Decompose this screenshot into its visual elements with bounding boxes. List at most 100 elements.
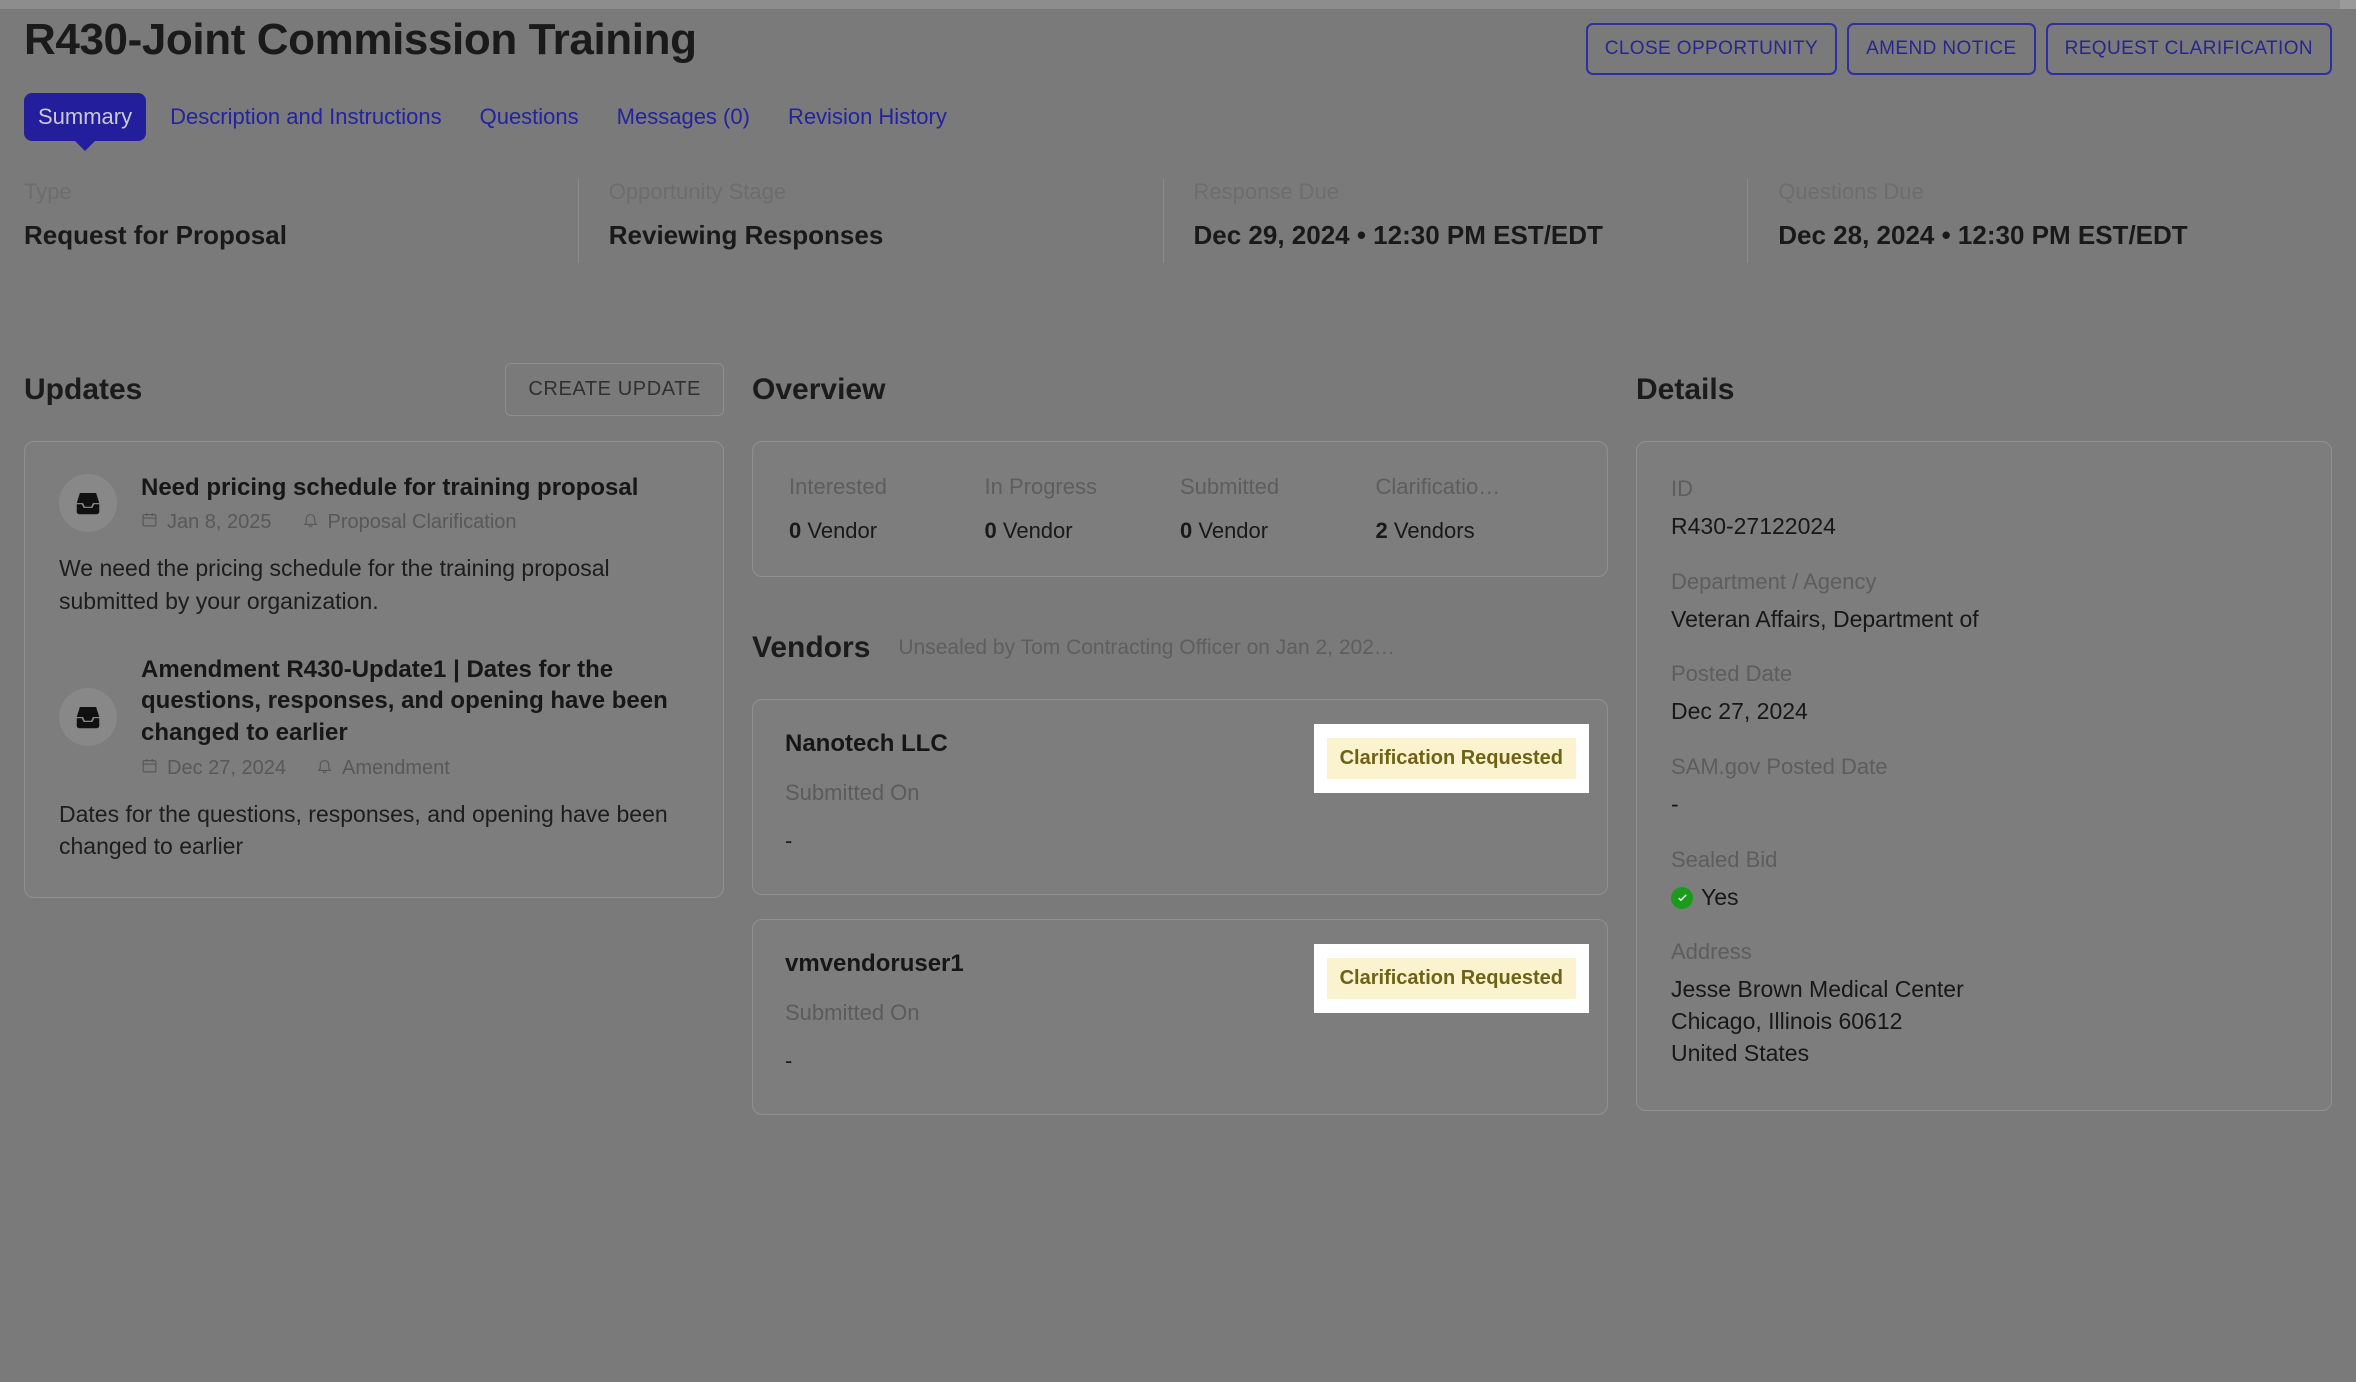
tab-questions[interactable]: Questions: [466, 93, 593, 141]
update-item-category: Amendment: [341, 756, 450, 779]
detail-department-label: Department / Agency: [1671, 568, 1877, 594]
update-item-title: Need pricing schedule for training propo…: [141, 473, 639, 501]
page-body: Updates CREATE UPDATE Need pricing sched…: [24, 361, 2332, 1115]
opportunity-summary-page: R430-Joint Commission Training CLOSE OPP…: [0, 9, 2356, 1382]
tab-revision-history[interactable]: Revision History: [774, 93, 961, 141]
create-update-button[interactable]: CREATE UPDATE: [505, 363, 724, 417]
bell-icon: [302, 511, 319, 534]
stat-in-progress-unit: Vendor: [1002, 517, 1073, 543]
update-item-body: Dates for the questions, responses, and …: [59, 800, 668, 860]
update-item-top: Amendment R430-Update1 | Dates for the q…: [59, 654, 689, 780]
updates-header: Updates CREATE UPDATE: [24, 361, 724, 419]
update-item-meta: Dec 27, 2024 Amendment: [141, 757, 689, 780]
update-item-headings: Need pricing schedule for training propo…: [141, 472, 689, 535]
overview-vendors-column: Overview Interested 0 Vendor In Progress: [752, 361, 1608, 1115]
stat-submitted-value: 0 Vendor: [1180, 518, 1376, 544]
update-item-body: We need the pricing schedule for the tra…: [59, 555, 610, 615]
stat-clarification-unit: Vendors: [1393, 517, 1475, 543]
detail-id-value: R430-27122024: [1671, 512, 1836, 539]
meta-opportunity-stage-value: Reviewing Responses: [608, 220, 884, 250]
vendor-row[interactable]: Nanotech LLC Submitted On - Clarificatio…: [752, 698, 1608, 895]
overview-stats: Interested 0 Vendor In Progress 0 Vendor: [789, 474, 1571, 544]
stat-submitted: Submitted 0 Vendor: [1180, 474, 1376, 544]
detail-address-value: Jesse Brown Medical Center Chicago, Illi…: [1671, 976, 1964, 1066]
meta-questions-due-label: Questions Due: [1778, 179, 1924, 204]
meta-response-due-label: Response Due: [1193, 179, 1340, 204]
stat-in-progress: In Progress 0 Vendor: [985, 474, 1181, 544]
meta-type-value: Request for Proposal: [24, 220, 287, 250]
detail-sam-posted-date-label: SAM.gov Posted Date: [1671, 754, 1888, 779]
tab-summary[interactable]: Summary: [24, 93, 147, 141]
stat-in-progress-count: 0: [984, 517, 997, 543]
meta-response-due-value: Dec 29, 2024 • 12:30 PM EST/EDT: [1193, 220, 1603, 250]
vendor-submitted-on-value: -: [785, 827, 793, 853]
updates-column: Updates CREATE UPDATE Need pricing sched…: [24, 361, 724, 1115]
details-header: Details: [1636, 361, 2332, 419]
request-clarification-button[interactable]: REQUEST CLARIFICATION: [2045, 23, 2332, 75]
inbox-icon: [59, 474, 117, 533]
header-action-buttons: CLOSE OPPORTUNITY AMEND NOTICE REQUEST C…: [1585, 15, 2332, 75]
stat-interested-label: Interested: [789, 473, 887, 499]
update-item-title: Amendment R430-Update1 | Dates for the q…: [141, 655, 668, 747]
tab-bar: Summary Description and Instructions Que…: [24, 93, 2332, 157]
updates-card: Need pricing schedule for training propo…: [24, 440, 724, 899]
stat-interested: Interested 0 Vendor: [789, 474, 985, 544]
vendor-status-holder: Clarification Requested: [1313, 943, 1589, 1013]
detail-sealed-bid-label: Sealed Bid: [1671, 846, 1778, 872]
detail-department-value: Veteran Affairs, Department of: [1671, 605, 1979, 632]
stat-clarification: Clarificatio… 2 Vendors: [1376, 474, 1572, 544]
detail-sealed-bid-value: Yes: [1701, 883, 1739, 910]
status-badge: Clarification Requested: [1326, 737, 1576, 779]
stat-interested-count: 0: [789, 517, 802, 543]
update-list-item[interactable]: Amendment R430-Update1 | Dates for the q…: [59, 654, 689, 863]
check-circle-icon: [1671, 886, 1693, 909]
vendors-unsealed-note: Unsealed by Tom Contracting Officer on J…: [898, 635, 1395, 659]
tab-messages[interactable]: Messages (0): [603, 93, 764, 141]
meta-response-due: Response Due Dec 29, 2024 • 12:30 PM EST…: [1164, 179, 1749, 263]
vendors-header: Vendors Unsealed by Tom Contracting Offi…: [752, 619, 1608, 677]
vendor-row[interactable]: vmvendoruser1 Submitted On - Clarificati…: [752, 918, 1608, 1115]
update-item-top: Need pricing schedule for training propo…: [59, 472, 689, 535]
inbox-icon: [59, 687, 117, 746]
overview-header: Overview: [752, 361, 1608, 419]
opportunity-meta-strip: Type Request for Proposal Opportunity St…: [24, 179, 2332, 289]
vendors-title: Vendors: [752, 630, 871, 664]
page-scrollbar-track[interactable]: [2340, 0, 2356, 9]
page-header: R430-Joint Commission Training CLOSE OPP…: [24, 9, 2332, 75]
stat-clarification-label: Clarificatio…: [1375, 473, 1501, 499]
page-title: R430-Joint Commission Training: [24, 15, 697, 64]
stat-interested-value: 0 Vendor: [789, 518, 985, 544]
amend-notice-button[interactable]: AMEND NOTICE: [1847, 23, 2036, 75]
close-opportunity-button[interactable]: CLOSE OPPORTUNITY: [1585, 23, 1838, 75]
page-top-edge: [0, 0, 2356, 9]
update-item-meta: Jan 8, 2025 Proposal Clarification: [141, 511, 689, 534]
meta-questions-due: Questions Due Dec 28, 2024 • 12:30 PM ES…: [1748, 179, 2332, 263]
update-list-item[interactable]: Need pricing schedule for training propo…: [59, 472, 689, 618]
status-badge: Clarification Requested: [1326, 957, 1576, 999]
detail-sam-posted-date-value: -: [1671, 791, 1679, 817]
stat-submitted-unit: Vendor: [1198, 517, 1269, 543]
stat-submitted-count: 0: [1180, 517, 1193, 543]
bell-icon: [316, 757, 333, 780]
update-item-headings: Amendment R430-Update1 | Dates for the q…: [141, 654, 689, 780]
detail-posted-date-value: Dec 27, 2024: [1671, 698, 1808, 725]
update-item-date: Jan 8, 2025: [167, 511, 272, 534]
details-title: Details: [1636, 372, 1735, 406]
meta-type-label: Type: [24, 179, 72, 204]
meta-type: Type Request for Proposal: [24, 179, 579, 263]
detail-id-label: ID: [1671, 475, 1693, 501]
meta-opportunity-stage-label: Opportunity Stage: [608, 179, 787, 204]
calendar-icon: [141, 511, 158, 534]
stat-in-progress-label: In Progress: [984, 473, 1098, 499]
stat-clarification-value: 2 Vendors: [1376, 518, 1572, 544]
update-item-category: Proposal Clarification: [327, 511, 517, 534]
stat-interested-unit: Vendor: [807, 517, 878, 543]
tab-description-and-instructions[interactable]: Description and Instructions: [156, 93, 455, 141]
detail-address-label: Address: [1671, 939, 1752, 965]
update-item-date: Dec 27, 2024: [167, 756, 286, 779]
overview-title: Overview: [752, 372, 886, 406]
stat-submitted-label: Submitted: [1180, 473, 1280, 499]
stat-clarification-count: 2: [1375, 517, 1388, 543]
meta-questions-due-value: Dec 28, 2024 • 12:30 PM EST/EDT: [1778, 220, 2188, 250]
overview-card: Interested 0 Vendor In Progress 0 Vendor: [752, 440, 1608, 577]
